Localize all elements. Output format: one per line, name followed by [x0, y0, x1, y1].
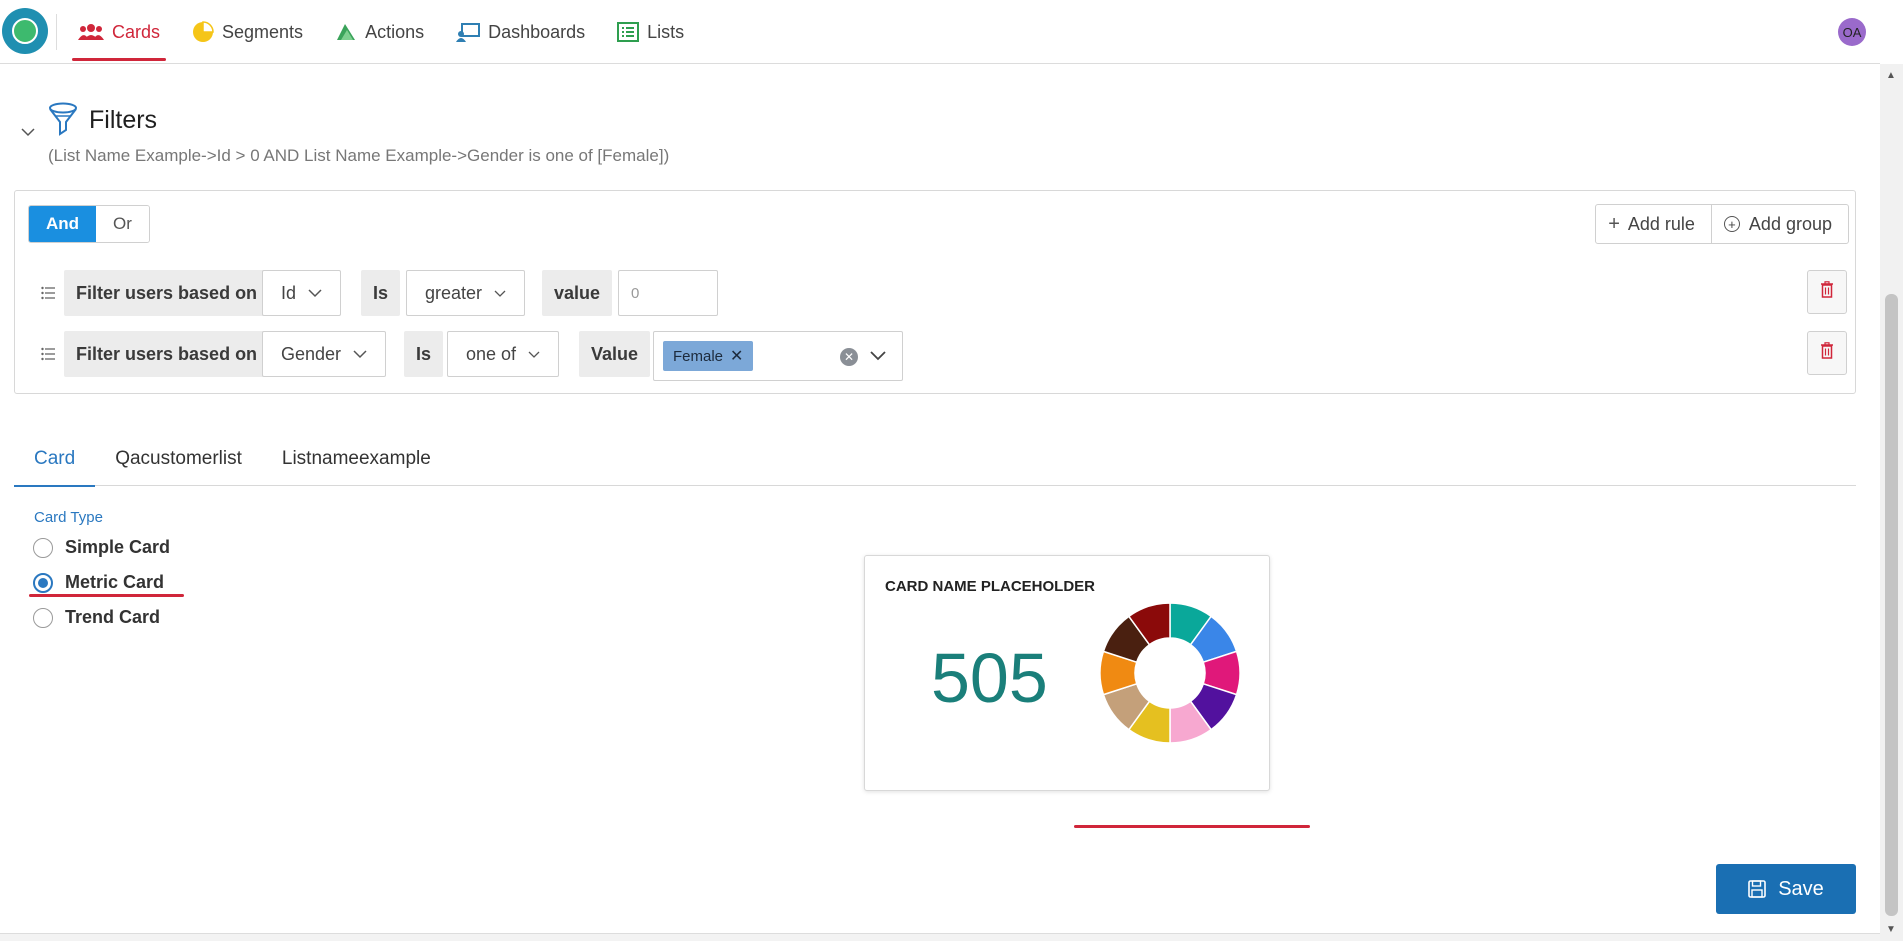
value-label: value: [542, 270, 613, 316]
save-label: Save: [1778, 877, 1824, 900]
filters-title: Filters: [89, 106, 158, 134]
save-button[interactable]: Save: [1716, 864, 1856, 914]
logo-divider: [56, 14, 57, 50]
user-avatar[interactable]: OA: [1838, 18, 1866, 46]
radio-label: Metric Card: [65, 572, 165, 592]
delete-rule-button[interactable]: [1807, 331, 1847, 375]
rule-prefix-label: Filter users based on: [64, 270, 270, 316]
operator-select-value: greater: [425, 282, 483, 303]
bottom-strip: [0, 933, 1880, 941]
nav-item-segments[interactable]: Segments: [176, 0, 319, 64]
rule-actions: + Add rule + Add group: [1595, 204, 1849, 244]
tab-listnameexample[interactable]: Listnameexample: [262, 432, 451, 486]
value-multiselect[interactable]: Female ✕ ✕: [653, 331, 903, 381]
list-tabs: Card Qacustomerlist Listnameexample: [14, 432, 1856, 487]
add-group-button[interactable]: + Add group: [1710, 205, 1848, 243]
add-rule-label: Add rule: [1627, 213, 1695, 234]
scroll-down-arrow-icon[interactable]: ▼: [1886, 924, 1896, 935]
radio-button[interactable]: [33, 537, 53, 558]
selected-value-tag: Female ✕: [663, 341, 754, 371]
list-icon: [617, 22, 640, 42]
is-label: Is: [404, 331, 444, 377]
rule-prefix-label: Filter users based on: [64, 331, 270, 377]
trash-icon: [1820, 342, 1834, 364]
top-navbar: Cards Segments Actions Dashboards Lists: [0, 0, 1880, 64]
filter-rule: Filter users based on Id Is greater valu…: [15, 270, 1855, 316]
radio-trend-card[interactable]: Trend Card: [33, 607, 160, 628]
page-scrollbar[interactable]: ▲ ▼: [1880, 64, 1903, 941]
drag-handle-icon[interactable]: [41, 286, 55, 300]
radio-simple-card[interactable]: Simple Card: [33, 537, 170, 558]
field-select[interactable]: Gender: [262, 331, 387, 377]
field-select[interactable]: Id: [262, 270, 342, 316]
card-type-label: Card Type: [34, 509, 103, 526]
nav-label: Actions: [365, 21, 425, 42]
users-icon: [78, 23, 104, 41]
or-button[interactable]: Or: [96, 206, 149, 242]
drag-handle-icon[interactable]: [41, 347, 55, 361]
save-icon: [1748, 880, 1767, 898]
card-preview: CARD NAME PLACEHOLDER 505: [864, 555, 1270, 791]
plus-icon: +: [1608, 212, 1620, 235]
funnel-icon: [48, 102, 78, 141]
radio-button[interactable]: [33, 572, 53, 593]
circle-plus-icon: +: [1723, 216, 1740, 232]
nav-item-cards[interactable]: Cards: [62, 0, 176, 64]
radio-label: Trend Card: [65, 607, 161, 627]
add-rule-button[interactable]: + Add rule: [1596, 205, 1711, 243]
value-input[interactable]: 0: [618, 270, 718, 316]
dashboard-icon: [456, 22, 481, 42]
chevron-down-icon: [308, 288, 322, 298]
trash-icon: [1820, 281, 1834, 303]
chevron-down-icon: [528, 350, 540, 358]
operator-select-value: one of: [466, 343, 517, 364]
combinator-toggle: And Or: [28, 205, 150, 243]
remove-tag-icon[interactable]: ✕: [730, 346, 743, 366]
tab-card[interactable]: Card: [14, 432, 96, 487]
field-select-value: Gender: [281, 343, 342, 364]
field-select-value: Id: [281, 282, 297, 303]
card-preview-title: CARD NAME PLACEHOLDER: [885, 578, 1095, 595]
tag-label: Female: [673, 347, 724, 365]
annotation-underline: [1074, 825, 1310, 828]
main-nav: Cards Segments Actions Dashboards Lists: [62, 0, 700, 64]
nav-item-lists[interactable]: Lists: [601, 0, 700, 64]
nav-label: Dashboards: [488, 21, 586, 42]
filter-rule: Filter users based on Gender Is one of V…: [15, 331, 1855, 381]
nav-item-dashboards[interactable]: Dashboards: [440, 0, 601, 64]
nav-label: Cards: [112, 21, 161, 42]
radio-button[interactable]: [33, 607, 53, 628]
delete-rule-button[interactable]: [1807, 270, 1847, 314]
value-label: Value: [579, 331, 651, 377]
chevron-down-icon: [353, 349, 367, 359]
donut-chart: [1099, 602, 1241, 744]
operator-select[interactable]: one of: [447, 331, 560, 377]
and-button[interactable]: And: [29, 206, 97, 242]
collapse-chevron-icon[interactable]: [20, 124, 36, 140]
pie-chart-icon: [192, 21, 214, 43]
nav-label: Segments: [222, 21, 304, 42]
scroll-up-arrow-icon[interactable]: ▲: [1886, 70, 1896, 81]
query-builder: And Or + Add rule + Add group Filter use…: [14, 190, 1856, 394]
filters-summary: (List Name Example->Id > 0 AND List Name…: [48, 146, 670, 165]
chevron-down-icon: [494, 289, 506, 297]
radio-label: Simple Card: [65, 537, 171, 557]
nav-label: Lists: [647, 21, 685, 42]
nav-item-actions[interactable]: Actions: [319, 0, 440, 64]
add-group-label: Add group: [1748, 213, 1832, 234]
scrollbar-thumb[interactable]: [1885, 294, 1898, 916]
radio-metric-card[interactable]: Metric Card: [33, 572, 164, 593]
chevron-down-icon[interactable]: [870, 348, 886, 366]
actions-icon: [335, 22, 357, 42]
tab-qacustomerlist[interactable]: Qacustomerlist: [95, 432, 262, 486]
is-label: Is: [361, 270, 401, 316]
annotation-underline: [29, 594, 184, 597]
clear-selection-icon[interactable]: ✕: [840, 348, 858, 366]
metric-value: 505: [931, 639, 1048, 717]
operator-select[interactable]: greater: [406, 270, 526, 316]
app-logo[interactable]: [2, 8, 48, 54]
